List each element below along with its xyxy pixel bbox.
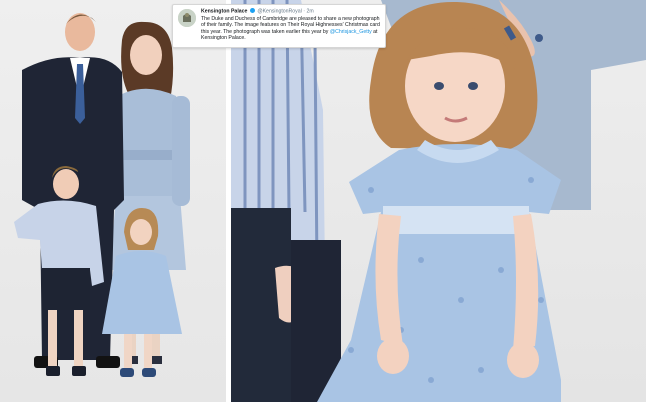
tweet-text: The Duke and Duchess of Cambridge are pl… bbox=[201, 16, 380, 42]
separator: · bbox=[303, 8, 306, 15]
tweet-time[interactable]: 2m bbox=[306, 9, 313, 15]
author-handle[interactable]: @KensingtonRoyal bbox=[257, 9, 302, 15]
family-portrait-image bbox=[14, 13, 190, 377]
photographer-mention[interactable]: @Chrisjack_Getty bbox=[330, 29, 372, 35]
tweet-header: Kensington Palace @KensingtonRoyal · 2m bbox=[201, 8, 380, 15]
family-photo bbox=[0, 0, 226, 402]
avatar[interactable] bbox=[178, 9, 196, 27]
author-name[interactable]: Kensington Palace bbox=[201, 9, 247, 15]
tweet-card[interactable]: Kensington Palace @KensingtonRoyal · 2m … bbox=[172, 4, 386, 48]
crest-icon bbox=[178, 9, 196, 27]
girl-closeup-image bbox=[231, 0, 646, 402]
closeup-photo bbox=[231, 0, 646, 402]
verified-badge-icon bbox=[249, 8, 255, 13]
